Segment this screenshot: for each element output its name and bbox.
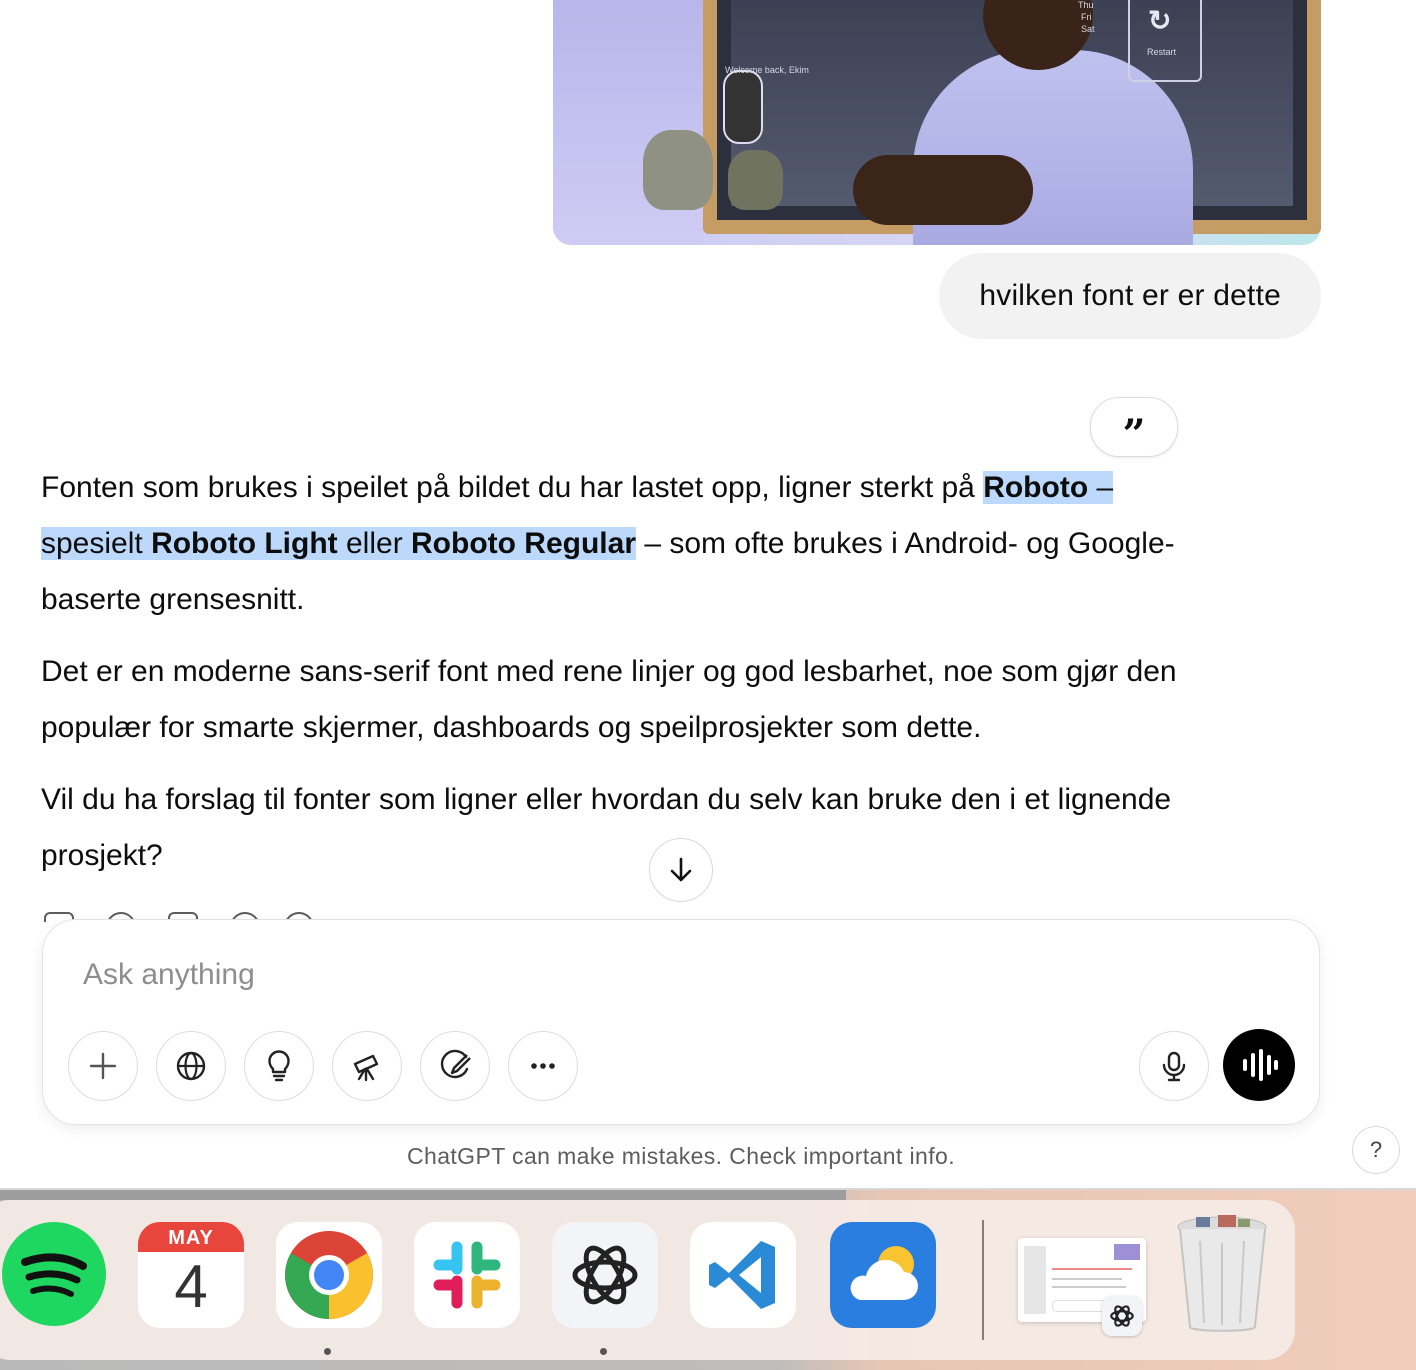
answer-paragraph-1: Fonten som brukes i speilet på bildet du… [41, 460, 1281, 628]
globe-icon[interactable] [156, 1031, 226, 1101]
help-button[interactable]: ? [1352, 1126, 1400, 1174]
photo-plant-2 [728, 150, 783, 210]
photo-plant [643, 130, 713, 210]
vscode-icon[interactable] [690, 1222, 796, 1328]
answer-text: Fonten som brukes i speilet på bildet du… [41, 471, 984, 504]
answer-paragraph-2: Det er en moderne sans-serif font med re… [41, 655, 1177, 744]
answer-text: baserte grensesnitt. [41, 583, 305, 616]
answer-text: – som ofte brukes i Android- og Google- [636, 527, 1175, 560]
disclaimer: ChatGPT can make mistakes. Check importa… [407, 1143, 955, 1169]
calendar-day: 4 [174, 1253, 208, 1320]
photo-welcome-text: Welcome back, Ekim [725, 65, 809, 75]
plus-icon[interactable] [68, 1031, 138, 1101]
answer-bold: Roboto Light [151, 527, 338, 560]
photo-day-label: Fri [1081, 12, 1092, 22]
answer-text: eller [337, 527, 412, 560]
photo-profile-card [723, 70, 763, 144]
paintbrush-icon[interactable] [420, 1031, 490, 1101]
answer-bold: R [983, 471, 1005, 504]
selected-text: spesielt Roboto Light eller Roboto Regul… [41, 527, 637, 560]
answer-bold: oboto [1004, 471, 1089, 504]
photo-hand [853, 155, 1033, 225]
trash-icon[interactable] [1170, 1212, 1274, 1336]
photo-day-label: Sat [1081, 24, 1095, 34]
photo-restart-label: Restart [1147, 47, 1177, 57]
quote-icon[interactable]: ” [1090, 397, 1178, 457]
chatgpt-icon[interactable] [552, 1222, 658, 1328]
running-indicator [324, 1348, 331, 1355]
answer-bold: Roboto Regular [411, 527, 637, 560]
microphone-icon[interactable] [1139, 1031, 1209, 1101]
dock-divider [982, 1220, 984, 1340]
answer-text: – [1088, 471, 1114, 504]
telescope-icon[interactable] [332, 1031, 402, 1101]
spotify-icon[interactable] [2, 1222, 106, 1326]
restart-icon: ↻ [1148, 5, 1172, 36]
attached-image[interactable]: Welcome back, Ekim Thu Fri Sat ↻ Restart [553, 0, 1321, 245]
user-message-text: hvilken font er er dette [979, 279, 1281, 312]
calendar-icon[interactable]: MAY 4 [138, 1222, 244, 1328]
lightbulb-icon[interactable] [244, 1031, 314, 1101]
arrow-down-icon [670, 857, 692, 882]
more-icon[interactable] [508, 1031, 578, 1101]
running-indicator [600, 1348, 607, 1355]
photo-day-label: Thu [1078, 0, 1094, 10]
voice-mode-icon[interactable] [1223, 1029, 1295, 1101]
answer-text: spesielt [41, 527, 152, 560]
assistant-message: Fonten som brukes i speilet på bildet du… [41, 460, 1281, 900]
composer[interactable]: Ask anything [42, 919, 1320, 1125]
selected-text: Roboto – [983, 471, 1114, 504]
chrome-icon[interactable] [276, 1222, 382, 1328]
slack-icon[interactable] [414, 1222, 520, 1328]
user-message-bubble: hvilken font er er dette [939, 253, 1321, 339]
scroll-to-bottom-button[interactable] [649, 838, 713, 902]
calendar-month: MAY [138, 1222, 244, 1252]
weather-icon[interactable] [830, 1222, 936, 1328]
chatgpt-badge-icon [1102, 1296, 1142, 1336]
prompt-input[interactable]: Ask anything [83, 958, 255, 992]
